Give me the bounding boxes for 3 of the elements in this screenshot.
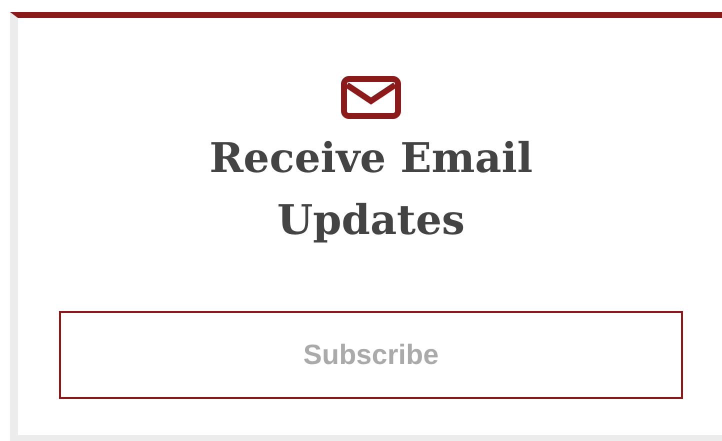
- subscribe-button[interactable]: Subscribe: [59, 311, 683, 399]
- envelope-icon: [341, 76, 401, 119]
- card-title: Receive Email Updates: [208, 133, 534, 246]
